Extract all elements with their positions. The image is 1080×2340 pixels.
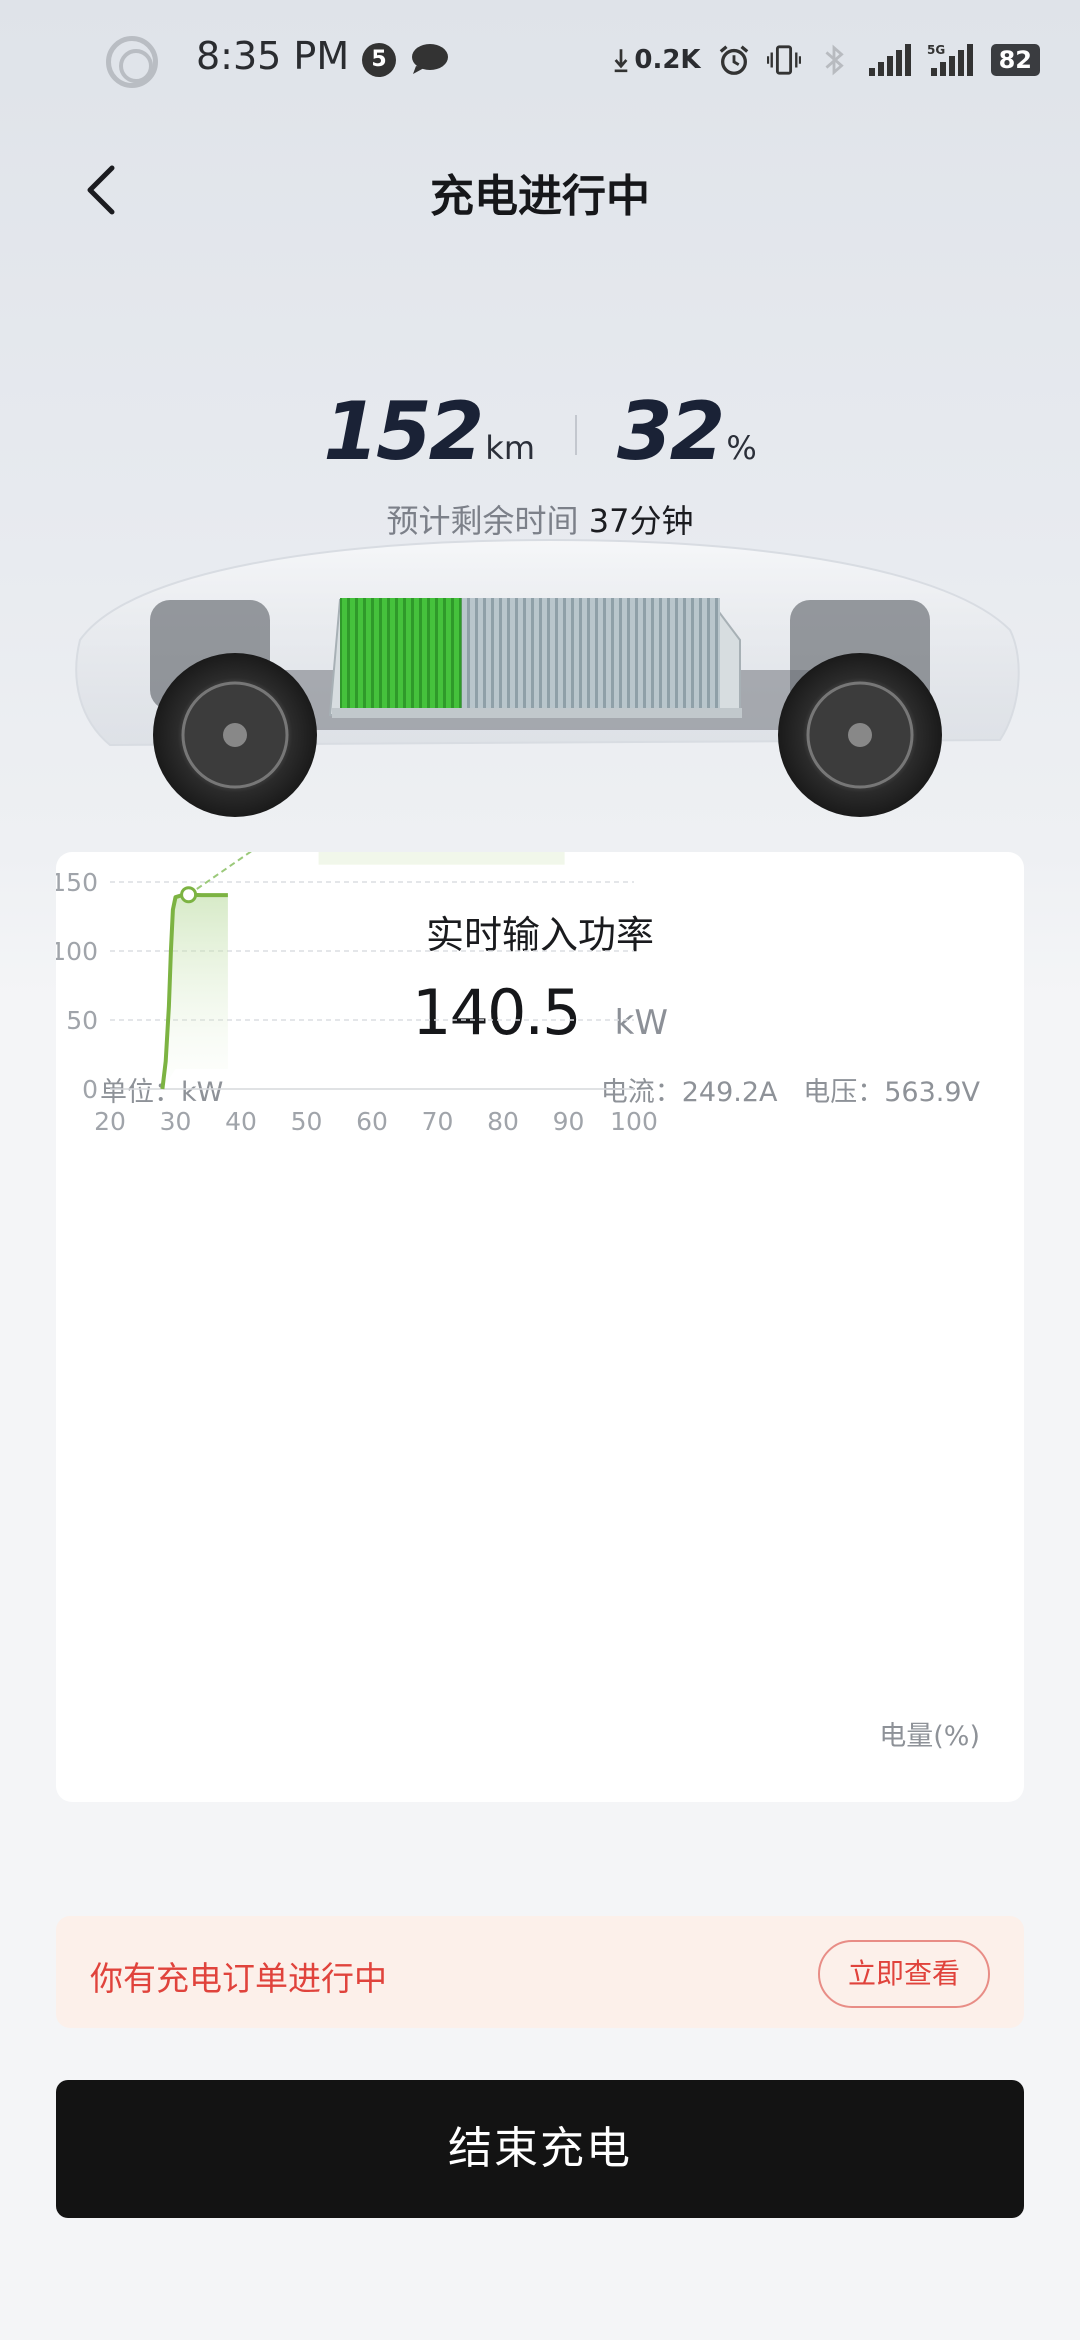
5g-signal-icon: 5G	[927, 43, 973, 76]
range-unit: km	[485, 429, 535, 467]
target-ring-icon	[106, 36, 158, 88]
max-point-marker	[180, 886, 198, 904]
vibrate-icon	[766, 45, 801, 75]
rear-wheel	[778, 653, 942, 817]
y-tick-label: 0	[82, 1075, 98, 1104]
x-tick-label: 60	[356, 1107, 388, 1136]
x-tick-label: 40	[225, 1107, 257, 1136]
battery-pack	[328, 598, 742, 718]
x-tick-label: 20	[94, 1107, 126, 1136]
notification-count-badge: 5	[362, 43, 396, 77]
alarm-icon	[719, 45, 748, 75]
max-label: MAX: 140.8KW	[342, 852, 541, 857]
power-card: 实时输入功率 140.5 kW 单位：kW 电流：249.2A 电压：563.9…	[56, 852, 1024, 1802]
max-leader-line	[188, 852, 253, 896]
range-value: 152	[323, 385, 484, 478]
order-banner: 你有充电订单进行中 立即查看	[56, 1916, 1024, 2028]
divider	[574, 415, 577, 455]
page-title: 充电进行中	[430, 171, 650, 222]
soc-value: 32	[616, 385, 725, 478]
y-tick-label: 100	[56, 937, 98, 966]
signal-icon	[868, 44, 911, 76]
x-tick-label: 80	[487, 1107, 519, 1136]
view-order-button[interactable]: 立即查看	[818, 1940, 990, 2008]
x-tick-label: 70	[422, 1107, 454, 1136]
battery-icon: 82	[990, 44, 1040, 76]
stop-charging-button[interactable]: 结束充电	[56, 2080, 1024, 2218]
chat-icon	[412, 44, 448, 74]
car-battery-illustration	[75, 538, 1020, 817]
x-axis-label: 电量(%)	[879, 1721, 980, 1752]
svg-text:5G: 5G	[927, 43, 945, 57]
y-tick-label: 50	[66, 1006, 98, 1035]
x-tick-label: 30	[160, 1107, 192, 1136]
y-tick-label: 150	[56, 868, 98, 897]
power-chart: 2402001501005002030405060708090100MAX: 1…	[56, 852, 658, 1136]
front-wheel	[153, 653, 317, 817]
x-tick-label: 50	[291, 1107, 323, 1136]
status-bar: 8:35 PM 5 0.2K 5G 82	[0, 0, 1080, 120]
x-tick-label: 100	[610, 1107, 658, 1136]
status-right-icons: 0.2K 5G 82	[612, 38, 1040, 82]
soc-unit: %	[726, 429, 757, 467]
x-tick-label: 90	[553, 1107, 585, 1136]
bluetooth-icon	[825, 44, 844, 76]
charge-summary: 152 km 32 %	[0, 385, 1080, 485]
download-arrow-icon	[614, 49, 628, 73]
order-banner-text: 你有充电订单进行中	[90, 1959, 387, 1998]
network-speed: 0.2K	[634, 45, 701, 75]
status-time: 8:35 PM	[196, 34, 350, 78]
